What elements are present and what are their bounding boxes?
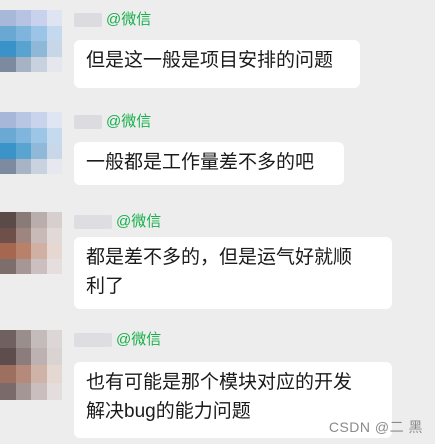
chat-window: @微信 但是这一般是项目安排的问题 @微信 一般都是工作量差不多的吧 @微信 都… — [0, 0, 435, 444]
avatar-pixel — [31, 365, 47, 383]
avatar-pixel — [15, 143, 31, 159]
avatar-pixel — [46, 127, 62, 143]
avatar-pixel — [46, 212, 62, 228]
avatar-pixel — [46, 41, 62, 57]
avatar-pixel — [46, 347, 62, 365]
avatar-pixel — [46, 365, 62, 383]
avatar[interactable] — [0, 212, 62, 274]
avatar-pixel — [46, 56, 62, 72]
sender-platform-tag: @微信 — [106, 11, 152, 28]
avatar-pixel — [31, 382, 47, 400]
avatar-pixel — [15, 227, 31, 243]
avatar-pixel — [46, 143, 62, 159]
avatar-pixel — [15, 41, 31, 57]
avatar-pixel — [31, 10, 47, 26]
sender-platform-tag: @微信 — [116, 213, 162, 230]
sender-name: @微信 — [74, 11, 151, 29]
avatar[interactable] — [0, 10, 62, 72]
avatar-pixel — [31, 56, 47, 72]
avatar[interactable] — [0, 330, 62, 400]
sender-name: @微信 — [74, 113, 151, 131]
sender-name-blurred — [74, 333, 112, 347]
avatar-pixel — [31, 112, 47, 128]
message-bubble[interactable]: 都是差不多的，但是运气好就顺 利了 — [74, 237, 392, 309]
avatar-pixel — [0, 41, 16, 57]
avatar-pixel — [31, 258, 47, 274]
avatar-pixel — [31, 127, 47, 143]
avatar-pixel — [15, 158, 31, 174]
avatar-pixel — [0, 382, 16, 400]
message-bubble[interactable]: 但是这一般是项目安排的问题 — [74, 40, 360, 88]
avatar-pixel — [0, 143, 16, 159]
avatar-pixel — [31, 243, 47, 259]
avatar-pixel — [46, 243, 62, 259]
avatar-pixel — [15, 56, 31, 72]
avatar-pixel — [0, 347, 16, 365]
avatar-pixel — [0, 243, 16, 259]
avatar-pixel — [15, 347, 31, 365]
avatar-pixel — [15, 212, 31, 228]
sender-platform-tag: @微信 — [106, 113, 152, 130]
avatar-pixel — [31, 25, 47, 41]
avatar-pixel — [0, 227, 16, 243]
avatar-pixel — [31, 143, 47, 159]
avatar-pixel — [46, 158, 62, 174]
avatar-pixel — [31, 212, 47, 228]
avatar-pixel — [31, 158, 47, 174]
avatar-pixel — [0, 212, 16, 228]
avatar-pixel — [15, 10, 31, 26]
avatar-pixel — [0, 258, 16, 274]
avatar-pixel — [15, 382, 31, 400]
avatar-pixel — [31, 227, 47, 243]
avatar-pixel — [0, 112, 16, 128]
avatar-pixel — [0, 56, 16, 72]
sender-name-blurred — [74, 13, 102, 27]
avatar-pixel — [15, 112, 31, 128]
avatar-pixel — [15, 365, 31, 383]
avatar-pixel — [15, 127, 31, 143]
avatar[interactable] — [0, 112, 62, 174]
avatar-pixel — [15, 243, 31, 259]
avatar-pixel — [46, 25, 62, 41]
avatar-pixel — [31, 330, 47, 348]
sender-name: @微信 — [74, 331, 161, 349]
avatar-pixel — [0, 10, 16, 26]
avatar-pixel — [46, 258, 62, 274]
avatar-pixel — [0, 330, 16, 348]
sender-name-blurred — [74, 115, 102, 129]
avatar-pixel — [15, 258, 31, 274]
avatar-pixel — [46, 112, 62, 128]
avatar-pixel — [15, 25, 31, 41]
avatar-pixel — [46, 227, 62, 243]
avatar-pixel — [46, 10, 62, 26]
sender-name-blurred — [74, 215, 112, 229]
avatar-pixel — [0, 25, 16, 41]
avatar-pixel — [0, 127, 16, 143]
avatar-pixel — [31, 347, 47, 365]
avatar-pixel — [15, 330, 31, 348]
avatar-pixel — [0, 158, 16, 174]
avatar-pixel — [46, 330, 62, 348]
watermark: CSDN @二 黑 — [328, 419, 423, 435]
avatar-pixel — [31, 41, 47, 57]
avatar-pixel — [0, 365, 16, 383]
avatar-pixel — [46, 382, 62, 400]
message-bubble[interactable]: 一般都是工作量差不多的吧 — [74, 142, 344, 185]
sender-name: @微信 — [74, 213, 161, 231]
sender-platform-tag: @微信 — [116, 331, 162, 348]
